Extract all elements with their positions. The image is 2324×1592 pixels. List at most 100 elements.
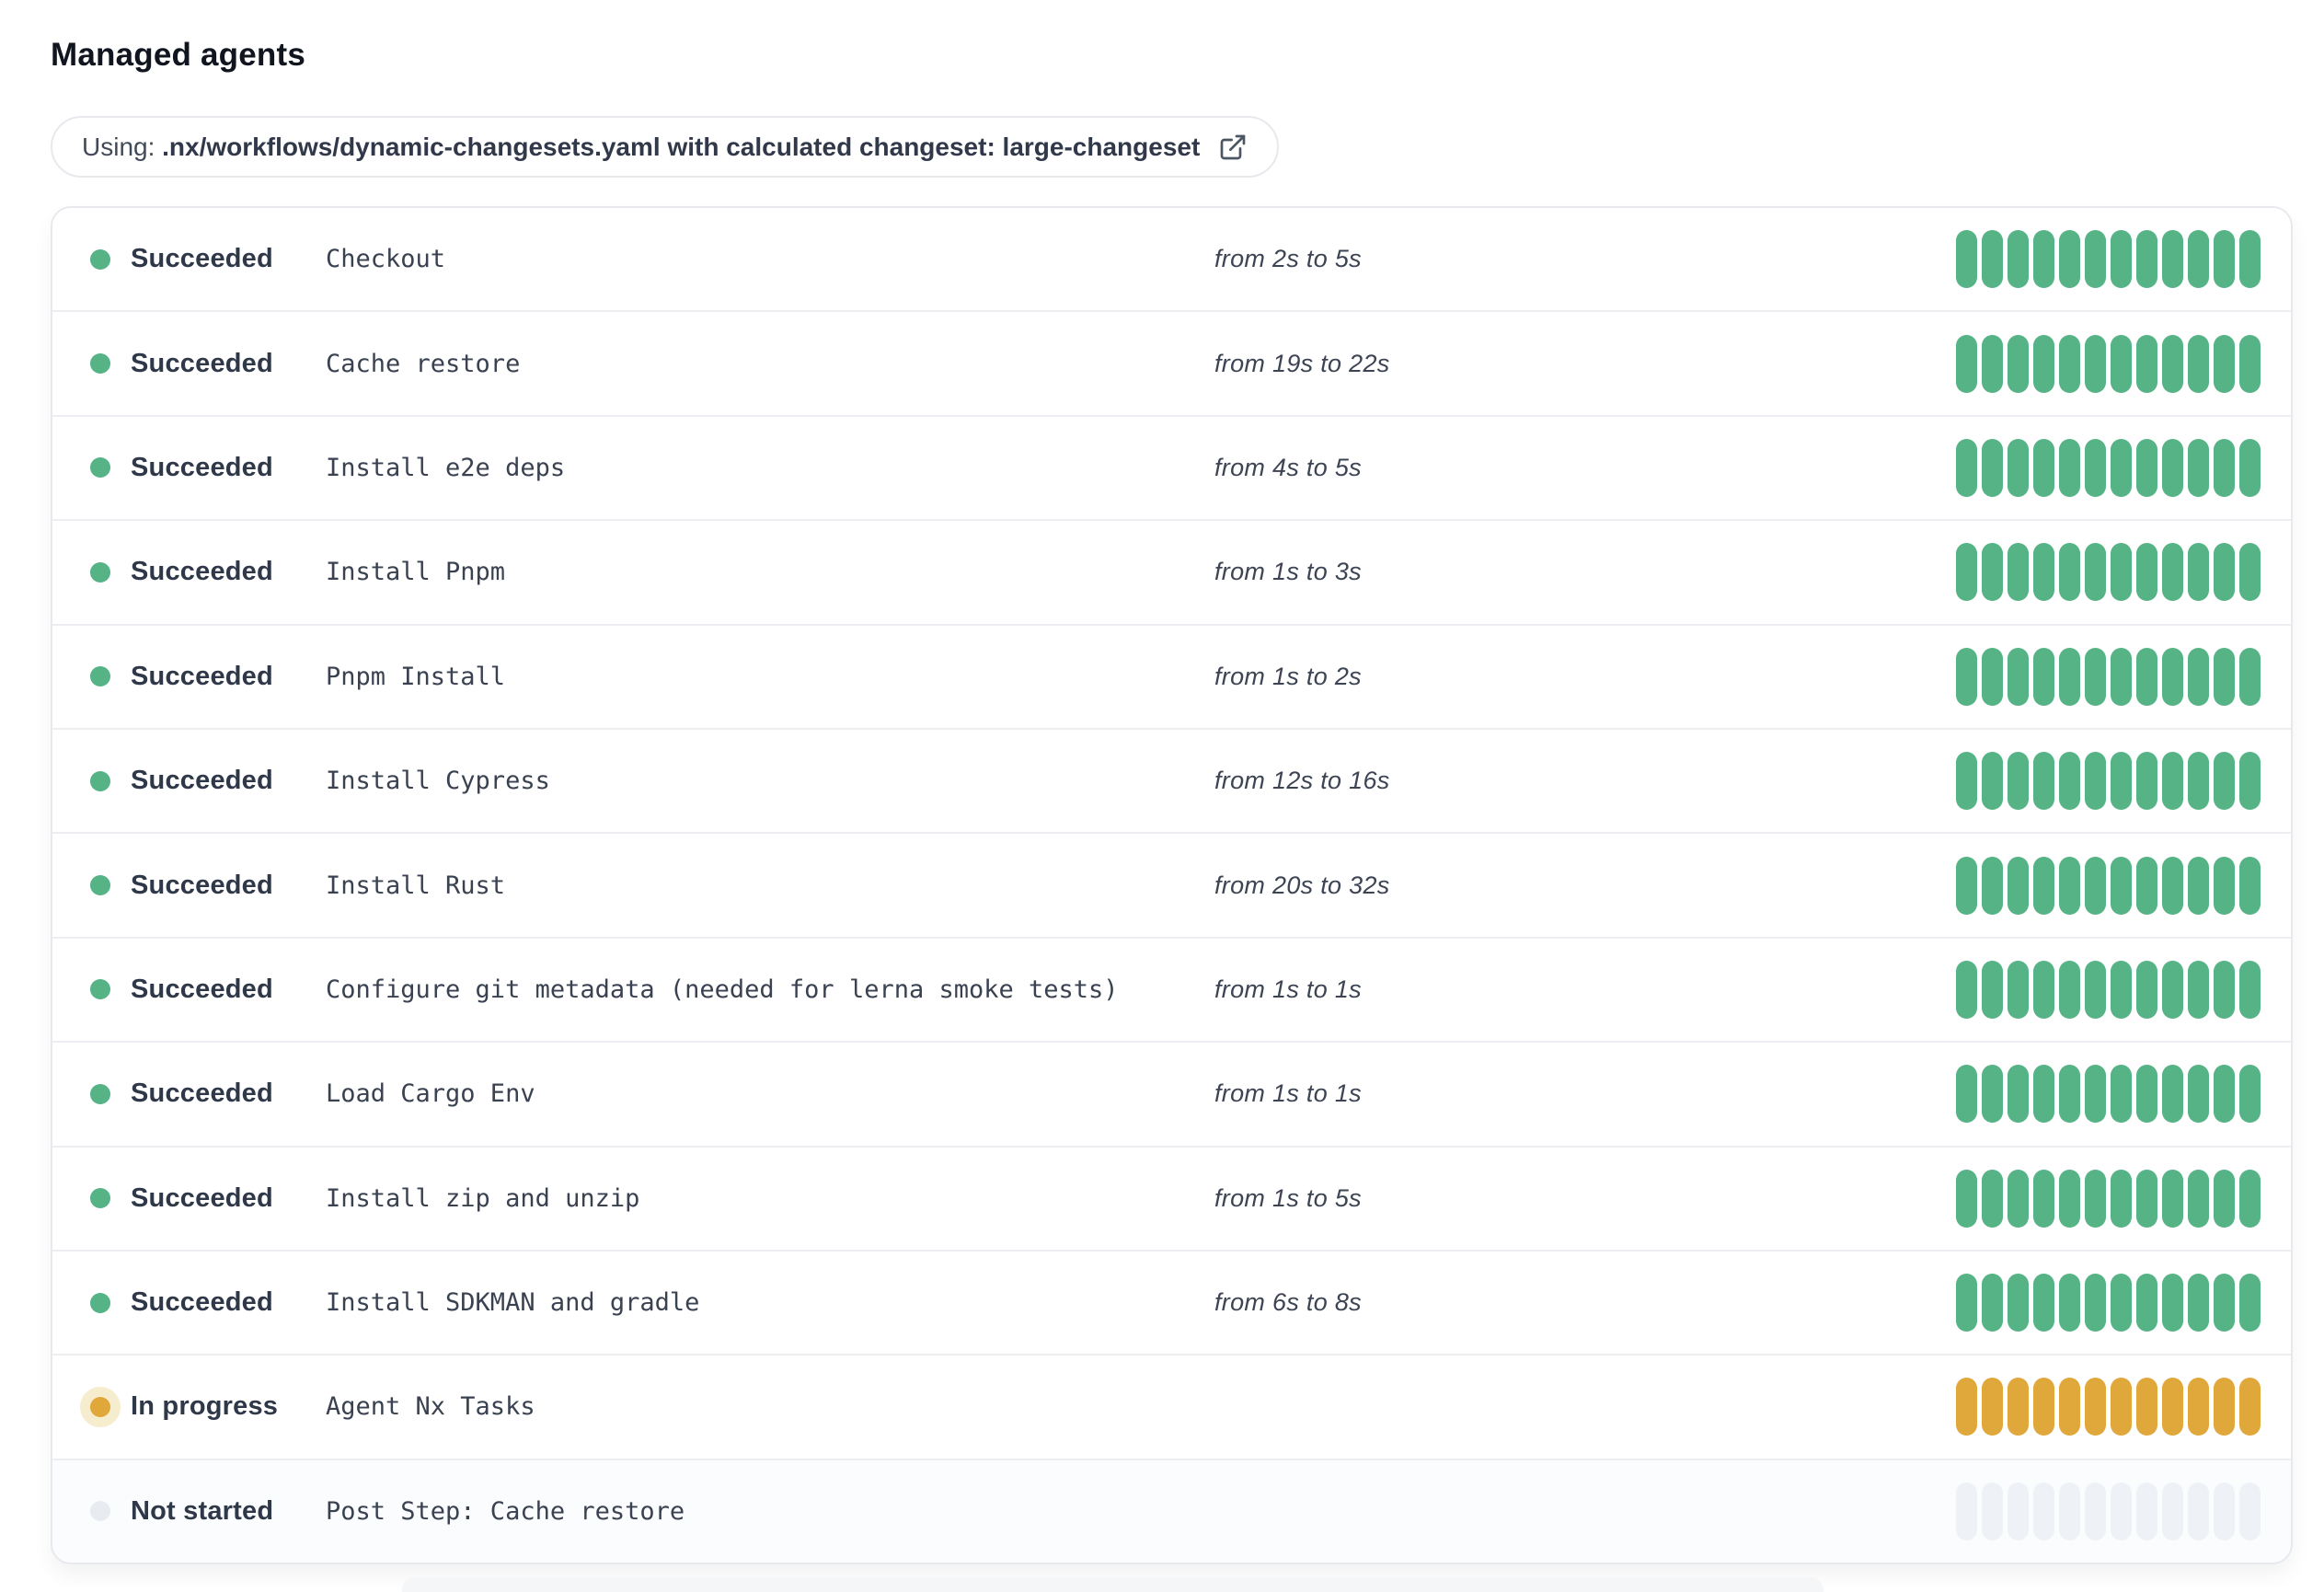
- progress-segment: [2136, 438, 2157, 497]
- status-label: Succeeded: [131, 870, 273, 900]
- agent-row[interactable]: Not started Post Step: Cache restore: [52, 1458, 2291, 1563]
- progress-segment: [2214, 438, 2235, 497]
- page-title: Managed agents: [51, 37, 306, 73]
- status-label: Succeeded: [131, 661, 273, 691]
- progress-segment: [2136, 856, 2157, 915]
- progress-segment: [1982, 1482, 2003, 1540]
- status-dot-icon: [90, 1188, 110, 1209]
- agent-status: In progress: [90, 1391, 326, 1422]
- status-label: Succeeded: [131, 974, 273, 1004]
- progress-bar: [1956, 1378, 2261, 1436]
- step-name: Pnpm Install: [326, 662, 506, 691]
- status-dot-icon: [90, 875, 110, 896]
- progress-segment: [2136, 647, 2157, 706]
- progress-segment: [2085, 1378, 2106, 1436]
- progress-segment: [2188, 438, 2209, 497]
- progress-segment: [2033, 1169, 2054, 1228]
- progress-segment: [2162, 1482, 2183, 1540]
- progress-segment: [2008, 334, 2029, 393]
- progress-segment: [2136, 1378, 2157, 1436]
- progress-segment: [1956, 1482, 1977, 1540]
- workflow-chip-path: .nx/workflows/dynamic-changesets.yaml wi…: [162, 132, 1201, 161]
- progress-segment: [2188, 1378, 2209, 1436]
- progress-segment: [2162, 230, 2183, 289]
- progress-segment: [2162, 1274, 2183, 1332]
- progress-segment: [2188, 856, 2209, 915]
- agent-row[interactable]: Succeeded Checkout from 2s to 5s: [52, 208, 2291, 311]
- progress-segment: [2085, 856, 2106, 915]
- progress-segment: [1956, 960, 1977, 1019]
- progress-segment: [2085, 960, 2106, 1019]
- progress-segment: [2162, 543, 2183, 602]
- progress-segment: [2214, 1274, 2235, 1332]
- progress-segment: [2214, 543, 2235, 602]
- status-dot-icon: [90, 666, 110, 687]
- duration-range: from 12s to 16s: [1214, 767, 1390, 795]
- workflow-config-chip[interactable]: Using: .nx/workflows/dynamic-changesets.…: [51, 116, 1280, 178]
- duration-range: from 20s to 32s: [1214, 871, 1390, 899]
- progress-segment: [1956, 334, 1977, 393]
- agent-row[interactable]: In progress Agent Nx Tasks: [52, 1354, 2291, 1459]
- status-dot-icon: [90, 1396, 110, 1417]
- workflow-chip-text: Using: .nx/workflows/dynamic-changesets.…: [82, 133, 1200, 162]
- progress-segment: [2111, 752, 2132, 811]
- agent-row[interactable]: Succeeded Install Cypress from 12s to 16…: [52, 727, 2291, 833]
- agent-row[interactable]: Succeeded Install SDKMAN and gradle from…: [52, 1249, 2291, 1355]
- progress-segment: [2188, 1274, 2209, 1332]
- progress-segment: [2111, 334, 2132, 393]
- progress-segment: [1982, 856, 2003, 915]
- progress-segment: [2239, 752, 2261, 811]
- progress-segment: [2033, 438, 2054, 497]
- progress-segment: [2008, 960, 2029, 1019]
- progress-segment: [1982, 438, 2003, 497]
- agent-row[interactable]: Succeeded Cache restore from 19s to 22s: [52, 310, 2291, 415]
- progress-segment: [1982, 543, 2003, 602]
- progress-segment: [2162, 960, 2183, 1019]
- progress-segment: [2033, 647, 2054, 706]
- agent-row[interactable]: Succeeded Install Pnpm from 1s to 3s: [52, 519, 2291, 624]
- step-name: Agent Nx Tasks: [326, 1392, 535, 1422]
- progress-segment: [2059, 1274, 2080, 1332]
- progress-segment: [2188, 334, 2209, 393]
- status-dot-icon: [90, 561, 110, 583]
- duration-range: from 1s to 1s: [1214, 1079, 1362, 1108]
- status-dot-icon: [90, 1292, 110, 1313]
- progress-bar: [1956, 1065, 2261, 1124]
- progress-segment: [2214, 647, 2235, 706]
- progress-segment: [2239, 1169, 2261, 1228]
- progress-segment: [1982, 1065, 2003, 1124]
- progress-segment: [2008, 1274, 2029, 1332]
- duration-range: from 2s to 5s: [1214, 245, 1362, 273]
- progress-segment: [2085, 1169, 2106, 1228]
- progress-segment: [2162, 752, 2183, 811]
- agent-row[interactable]: Succeeded Install e2e deps from 4s to 5s: [52, 414, 2291, 520]
- agent-status: Succeeded: [90, 662, 326, 692]
- step-name: Install Rust: [326, 871, 506, 900]
- agent-row[interactable]: Succeeded Configure git metadata (needed…: [52, 936, 2291, 1042]
- agent-row[interactable]: Succeeded Load Cargo Env from 1s to 1s: [52, 1041, 2291, 1146]
- progress-segment: [2214, 1378, 2235, 1436]
- progress-segment: [2162, 1169, 2183, 1228]
- progress-segment: [2059, 960, 2080, 1019]
- progress-segment: [2111, 1378, 2132, 1436]
- agent-row[interactable]: Succeeded Install zip and unzip from 1s …: [52, 1145, 2291, 1250]
- progress-segment: [2059, 856, 2080, 915]
- progress-segment: [2136, 1169, 2157, 1228]
- progress-segment: [1956, 1169, 1977, 1228]
- progress-segment: [2239, 960, 2261, 1019]
- progress-segment: [2239, 1378, 2261, 1436]
- progress-segment: [2136, 543, 2157, 602]
- progress-segment: [2111, 230, 2132, 289]
- duration-range: from 1s to 2s: [1214, 662, 1362, 690]
- progress-segment: [2059, 1169, 2080, 1228]
- step-name: Configure git metadata (needed for lerna…: [326, 975, 1119, 1004]
- progress-segment: [2188, 1169, 2209, 1228]
- duration-range: from 1s to 5s: [1214, 1183, 1362, 1212]
- agent-row[interactable]: Succeeded Pnpm Install from 1s to 2s: [52, 623, 2291, 728]
- agent-status: Succeeded: [90, 1287, 326, 1318]
- progress-segment: [2033, 1378, 2054, 1436]
- progress-segment: [2085, 647, 2106, 706]
- progress-segment: [2214, 334, 2235, 393]
- agent-row[interactable]: Succeeded Install Rust from 20s to 32s: [52, 832, 2291, 937]
- progress-segment: [2085, 543, 2106, 602]
